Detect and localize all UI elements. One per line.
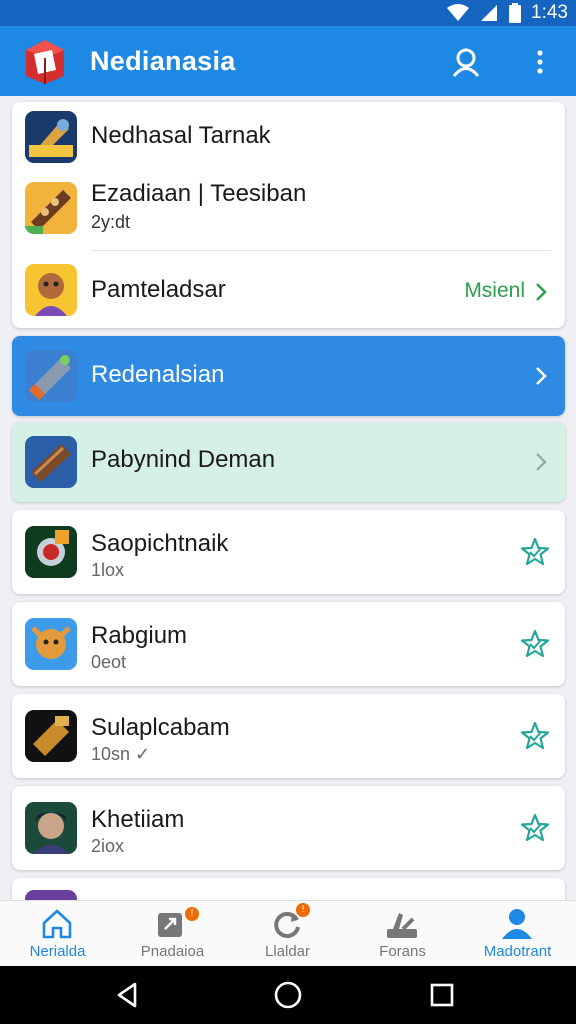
item-subtitle: 0eot	[91, 652, 127, 672]
game-thumbnail-icon	[25, 526, 77, 578]
nav-item-refresh[interactable]: ! Llaldar	[230, 901, 345, 967]
game-thumbnail-icon	[25, 182, 77, 234]
list-item[interactable]: Saopichtnaik 1lox	[12, 510, 565, 594]
list-item[interactable]	[12, 878, 565, 900]
selected-list-item[interactable]: Redenalsian	[12, 336, 565, 416]
game-thumbnail-icon	[25, 802, 77, 854]
app-title: Nedianasia	[90, 46, 236, 76]
status-time: 1:43	[531, 2, 568, 23]
group-card: Nedhasal Tarnak Ezadiaan | Teesiban 2y:d…	[12, 102, 565, 328]
list-item[interactable]: Pamteladsar Msienl	[12, 252, 565, 328]
app-thumbnail	[25, 182, 77, 234]
highlighted-list-item[interactable]: Pabynind Deman	[12, 422, 565, 502]
chevron-right-icon[interactable]	[529, 280, 553, 304]
app-bar: Nedianasia	[0, 26, 576, 96]
list-item[interactable]: Rabgium 0eot	[12, 602, 565, 686]
overflow-menu-button[interactable]	[520, 42, 560, 82]
app-thumbnail	[25, 710, 77, 762]
star-favorite-icon[interactable]	[519, 628, 551, 660]
status-bar: 1:43	[0, 0, 576, 26]
tools-icon	[387, 913, 417, 938]
nav-item-account[interactable]: Madotrant	[460, 901, 575, 967]
nav-item-forums[interactable]: Forans	[345, 901, 460, 967]
item-title: Redenalsian	[91, 361, 225, 388]
item-title: Sulaplcabam	[91, 714, 230, 741]
nav-label: Forans	[379, 943, 426, 960]
list-item[interactable]: Khetiiam 2iox	[12, 786, 565, 870]
update-icon	[158, 913, 182, 937]
profile-icon	[502, 909, 532, 939]
more-vertical-icon	[537, 50, 543, 74]
nav-label: Nerialda	[29, 943, 86, 960]
game-thumbnail-icon	[25, 111, 77, 163]
nav-label: Madotrant	[483, 943, 552, 960]
game-thumbnail-icon	[25, 350, 77, 402]
app-thumbnail	[25, 526, 77, 578]
notification-badge: !	[185, 907, 199, 921]
nav-label: Pnadaioa	[140, 943, 205, 960]
game-thumbnail-icon	[25, 436, 77, 488]
item-subtitle: 2y:dt	[91, 212, 131, 232]
system-nav-bar	[0, 966, 576, 1024]
back-icon[interactable]	[113, 980, 143, 1010]
list-item[interactable]: Ezadiaan | Teesiban 2y:dt	[12, 170, 565, 250]
app-thumbnail	[25, 111, 77, 163]
app-logo-icon	[26, 40, 64, 84]
app-thumbnail	[25, 802, 77, 854]
app-thumbnail	[25, 264, 77, 316]
home-icon	[42, 909, 72, 939]
item-action-label[interactable]: Msienl	[464, 279, 525, 303]
bottom-navigation: Nerialda ! Pnadaioa ! Llaldar Forans Mad…	[0, 900, 576, 966]
home-circle-icon[interactable]	[273, 980, 303, 1010]
list-item[interactable]: Sulaplcabam 10sn ✓	[12, 694, 565, 778]
nav-label: Llaldar	[264, 943, 311, 960]
nav-item-home[interactable]: Nerialda	[0, 901, 115, 967]
app-thumbnail	[25, 618, 77, 670]
notification-badge: !	[296, 903, 310, 917]
app-thumbnail	[25, 890, 77, 900]
app-thumbnail	[25, 350, 77, 402]
star-favorite-icon[interactable]	[519, 812, 551, 844]
item-title: Khetiiam	[91, 806, 185, 833]
nav-item-updates[interactable]: ! Pnadaioa	[115, 901, 230, 967]
group-header-title[interactable]: Nedhasal Tarnak	[91, 122, 271, 150]
game-thumbnail-icon	[25, 264, 77, 316]
item-subtitle: 10sn ✓	[91, 744, 151, 764]
game-thumbnail-icon	[25, 710, 77, 762]
item-title: Pamteladsar	[91, 276, 226, 303]
item-subtitle: 2iox	[91, 836, 125, 856]
wifi-icon	[447, 4, 470, 21]
app-list[interactable]: Nedhasal Tarnak Ezadiaan | Teesiban 2y:d…	[0, 96, 576, 900]
game-thumbnail-icon	[25, 618, 77, 670]
divider	[91, 250, 551, 251]
recents-icon[interactable]	[427, 980, 457, 1010]
battery-icon	[509, 3, 522, 23]
item-title: Ezadiaan | Teesiban	[91, 180, 307, 207]
star-favorite-icon[interactable]	[519, 720, 551, 752]
user-icon	[452, 48, 480, 77]
star-favorite-icon[interactable]	[519, 536, 551, 568]
signal-icon	[481, 5, 498, 21]
item-subtitle: 1lox	[91, 560, 125, 580]
item-title: Rabgium	[91, 622, 188, 649]
chevron-right-icon[interactable]	[529, 364, 553, 388]
account-button[interactable]	[446, 42, 486, 82]
item-title: Saopichtnaik	[91, 530, 229, 557]
chevron-right-icon[interactable]	[529, 450, 553, 474]
item-title: Pabynind Deman	[91, 446, 276, 473]
app-thumbnail	[25, 436, 77, 488]
